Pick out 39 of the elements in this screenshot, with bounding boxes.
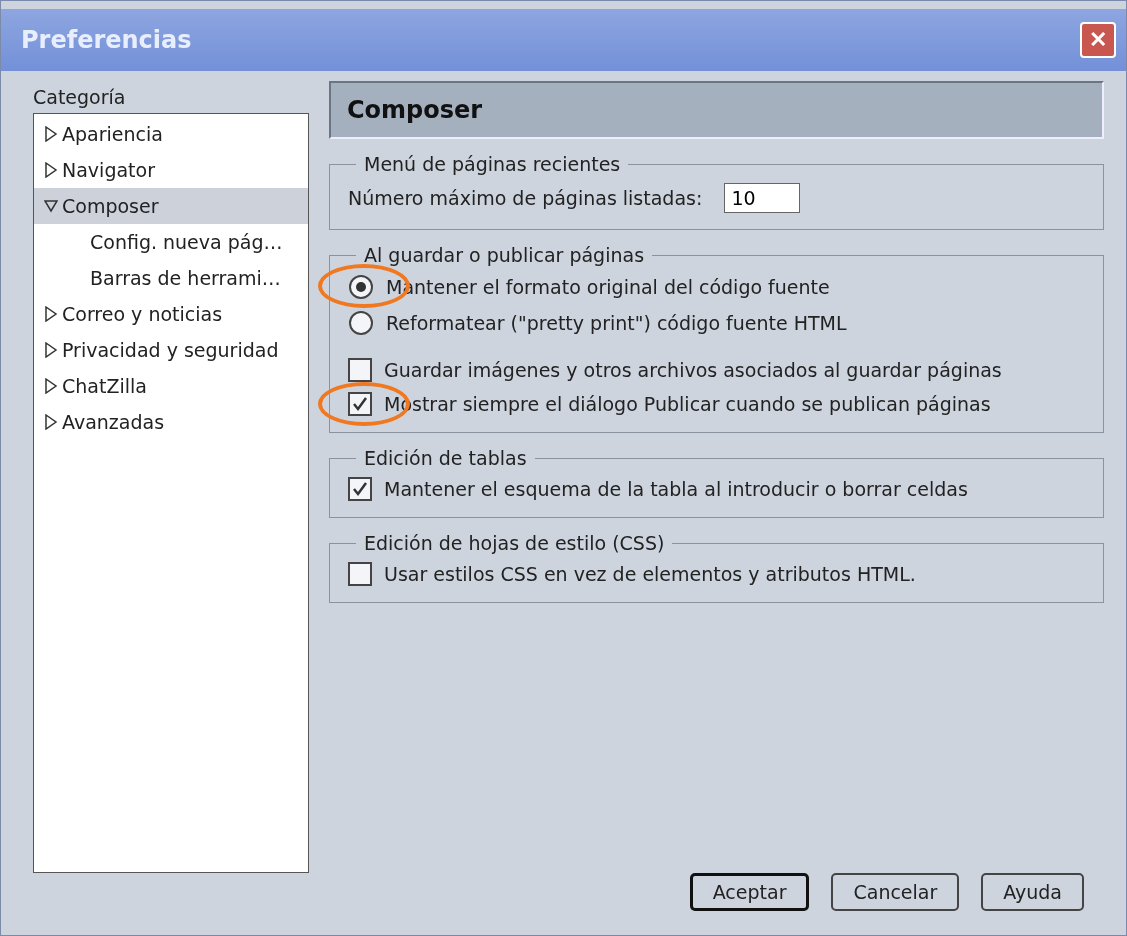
option-label: Guardar imágenes y otros archivos asociados al guardar páginas: [384, 359, 1002, 381]
close-button[interactable]: ✕: [1080, 22, 1116, 58]
collapsed-triangle-icon[interactable]: [44, 306, 58, 322]
collapsed-triangle-icon[interactable]: [44, 162, 58, 178]
panel-header: Composer: [329, 81, 1104, 139]
tree-item[interactable]: Apariencia: [34, 116, 308, 152]
option-label: Usar estilos CSS en vez de elementos y atributos HTML.: [384, 563, 916, 585]
group-legend: Edición de hojas de estilo (CSS): [356, 532, 673, 554]
dialog-button[interactable]: Aceptar: [689, 873, 810, 911]
collapsed-triangle-icon[interactable]: [44, 126, 58, 142]
tree-item[interactable]: ChatZilla: [34, 368, 308, 404]
tree-item[interactable]: Barras de herrami…: [34, 260, 308, 296]
radio-button[interactable]: [348, 274, 374, 300]
tree-item[interactable]: Correo y noticias: [34, 296, 308, 332]
group-legend: Al guardar o publicar páginas: [356, 244, 653, 266]
dialog-button[interactable]: Cancelar: [831, 873, 960, 911]
option-label: Mantener el esquema de la tabla al introducir o borrar celdas: [384, 478, 968, 500]
tree-item[interactable]: Avanzadas: [34, 404, 308, 440]
group-legend: Edición de tablas: [356, 447, 535, 469]
tree-item[interactable]: Navigator: [34, 152, 308, 188]
checkbox[interactable]: [348, 358, 372, 382]
radio-button[interactable]: [348, 310, 374, 336]
collapsed-triangle-icon[interactable]: [44, 378, 58, 394]
group-legend: Menú de páginas recientes: [356, 153, 629, 175]
option-label: Reformatear ("pretty print") código fuente HTML: [386, 312, 847, 334]
checkbox[interactable]: [348, 392, 372, 416]
checkbox[interactable]: [348, 477, 372, 501]
input-field[interactable]: 10: [724, 183, 801, 213]
dialog-button[interactable]: Ayuda: [981, 873, 1084, 911]
collapsed-triangle-icon[interactable]: [44, 414, 58, 430]
expanded-triangle-icon[interactable]: [44, 198, 58, 214]
category-label: Categoría: [33, 85, 127, 110]
collapsed-triangle-icon[interactable]: [44, 342, 58, 358]
tree-item[interactable]: Config. nueva pág…: [34, 224, 308, 260]
tree-item[interactable]: Privacidad y seguridad: [34, 332, 308, 368]
window-title: Preferencias: [21, 26, 192, 54]
field-label: Número máximo de páginas listadas:: [348, 187, 703, 209]
tree-item[interactable]: Composer: [34, 188, 308, 224]
checkbox[interactable]: [348, 562, 372, 586]
